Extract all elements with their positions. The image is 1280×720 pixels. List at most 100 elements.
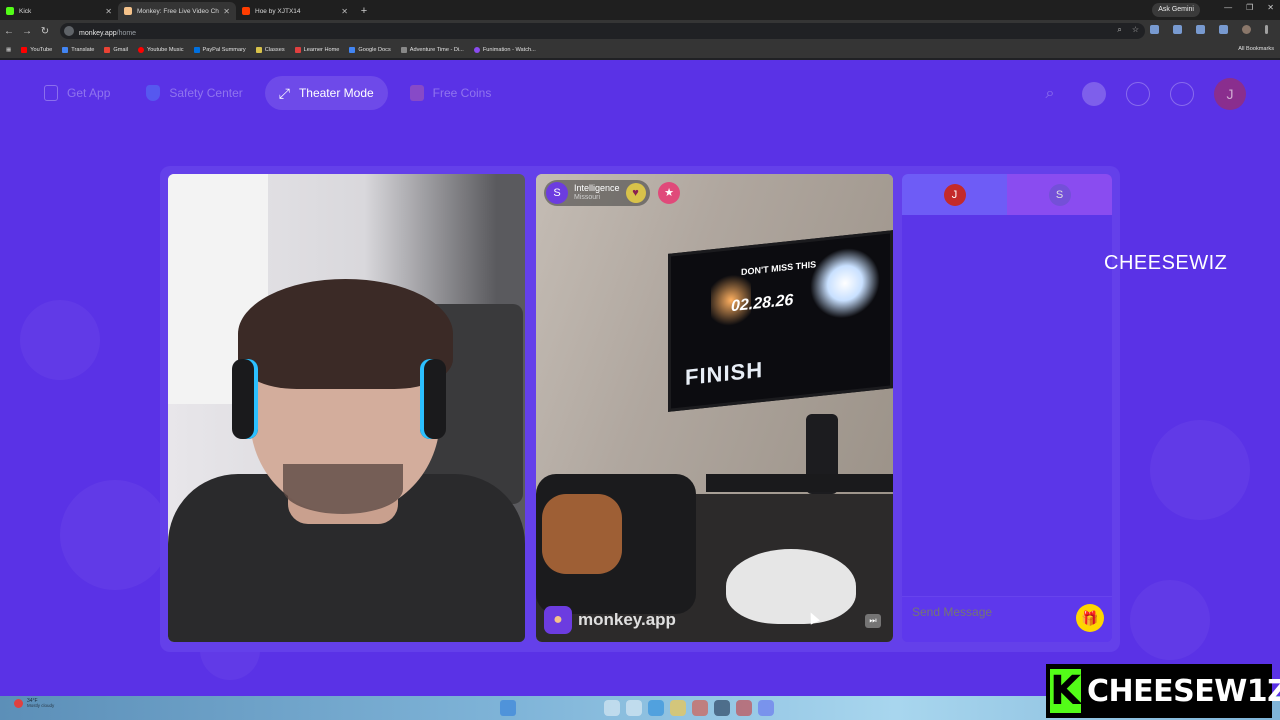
chat-tab-peer[interactable]: S [1007,174,1112,215]
tv-finish-text: FINISH [685,356,764,391]
safety-center-button[interactable]: Safety Center [132,76,256,110]
bookmark-youtube[interactable]: YouTube [21,47,52,53]
taskbar-apps [604,700,774,716]
bookmark-learner-home[interactable]: Learner Home [294,47,339,53]
extension-icon[interactable] [1150,25,1159,34]
skip-next-icon[interactable]: ⏭ [865,614,881,628]
headphone-right-icon [420,359,446,439]
extension-icon[interactable] [1219,25,1228,34]
bookmark-funimation[interactable]: Funimation - Watch... [473,47,536,53]
edge-icon[interactable] [648,700,664,716]
badge-icon[interactable]: ★ [658,182,680,204]
headphone-left-icon [232,359,258,439]
chrome-icon[interactable] [692,700,708,716]
widgets-icon[interactable] [604,700,620,716]
youtube-music-icon [138,47,145,53]
send-message-input[interactable] [912,605,1072,619]
task-view-icon[interactable] [626,700,642,716]
user-avatar[interactable]: J [1214,78,1246,110]
google-docs-icon [349,47,356,53]
bookmark-classes[interactable]: Classes [255,47,285,53]
game-icon[interactable] [736,700,752,716]
minimize-icon[interactable]: — [1224,3,1232,12]
browser-tab-bar: Kick ✕ Monkey: Free Live Video Ch ✕ Hoe … [0,0,1280,20]
gift-icon[interactable]: 🎁 [1076,604,1104,632]
browser-toolbar: ← → ↻ monkey.app/home ⌕ ☆ [0,20,1280,42]
forward-icon[interactable]: → [18,26,36,37]
background-decoration [1150,420,1250,520]
bookmark-adventure-time[interactable]: Adventure Time - Di... [400,47,464,53]
get-app-button[interactable]: Get App [30,76,124,110]
tab-hoe[interactable]: Hoe by XJTX14 ✕ [236,2,354,20]
profile-avatar-icon[interactable] [1242,25,1251,34]
extension-icon[interactable] [1173,25,1182,34]
background-decoration [1130,580,1210,660]
peer-location: Missouri [574,194,601,202]
bookmark-gmail[interactable]: Gmail [104,47,128,53]
tab-title: Hoe by XJTX14 [255,7,301,15]
background-decoration [20,300,100,380]
peer-info-chip[interactable]: S Intelligence Missouri ♥ [544,180,650,206]
tab-monkey[interactable]: Monkey: Free Live Video Ch ✕ [118,2,236,20]
url-path: /home [116,30,137,37]
extension-icons [1150,25,1268,34]
ask-gemini-button[interactable]: Ask Gemini [1152,3,1200,17]
scene-light-glow [810,244,880,322]
scene-fan [726,549,856,624]
address-bar[interactable]: monkey.app/home ⌕ ☆ [60,23,1145,39]
bookmark-paypal[interactable]: PayPal Summary [193,47,246,53]
free-coins-label: Free Coins [432,86,492,100]
music-favicon-icon [242,7,250,15]
reload-icon[interactable]: ↻ [36,26,54,37]
zoom-icon[interactable]: ⌕ [1117,25,1121,35]
history-icon[interactable] [1126,82,1150,106]
chat-tab-self[interactable]: J [902,174,1007,215]
scene-hand [542,494,622,574]
bookmark-google-docs[interactable]: Google Docs [349,47,391,53]
theater-mode-button[interactable]: ⤢ Theater Mode [264,76,388,110]
restore-icon[interactable]: ❐ [1246,3,1253,12]
chat-input-row: 🎁 [902,596,1112,642]
close-window-icon[interactable]: ✕ [1267,3,1274,12]
peer-chat-avatar: S [1048,183,1071,206]
tab-kick[interactable]: Kick ✕ [0,2,118,20]
self-avatar: J [943,183,966,206]
steam-icon[interactable] [714,700,730,716]
translate-icon [62,47,69,53]
file-explorer-icon[interactable] [670,700,686,716]
back-icon[interactable]: ← [0,26,18,37]
new-tab-button[interactable]: + [354,2,374,20]
close-tab-icon[interactable]: ✕ [223,7,230,16]
all-bookmarks-button[interactable]: All Bookmarks [1238,46,1274,52]
free-coins-button[interactable]: Free Coins [396,76,506,110]
bookmark-translate[interactable]: Translate [62,47,94,53]
heart-icon[interactable]: ♥ [625,183,646,203]
coins-icon[interactable] [1082,82,1106,106]
gmail-icon [104,47,111,53]
chat-panel: J S 🎁 [902,174,1112,642]
watermark-text: monkey.app [578,610,676,629]
window-controls: — ❐ ✕ [1224,3,1274,12]
monkey-favicon-icon [124,7,132,15]
close-tab-icon[interactable]: ✕ [105,7,112,16]
bookmark-youtube-music[interactable]: Youtube Music [138,47,184,53]
url-host: monkey.app [79,30,117,37]
search-icon[interactable]: ⌕ [1038,82,1062,106]
top-right-actions: ⌕ J [1038,78,1246,110]
site-info-icon[interactable] [64,26,74,36]
background-decoration [60,480,170,590]
menu-icon[interactable] [1265,25,1268,34]
discord-icon[interactable] [758,700,774,716]
top-navigation: Get App Safety Center ⤢ Theater Mode Fre… [30,76,505,110]
close-tab-icon[interactable]: ✕ [341,7,348,16]
apps-icon[interactable]: ▦ [6,47,11,53]
messages-icon[interactable] [1170,82,1194,106]
extension-icon[interactable] [1196,25,1205,34]
scene-television: DON'T MISS THIS 02.28.26 FINISH [668,230,893,412]
paypal-icon [193,47,200,53]
windows-start-icon[interactable] [500,700,516,716]
expand-icon: ⤢ [278,84,290,101]
tv-caption: DON'T MISS THIS [741,259,817,278]
bookmark-star-icon[interactable]: ☆ [1132,25,1139,35]
weather-widget[interactable]: 34°F Mostly cloudy [14,698,54,709]
